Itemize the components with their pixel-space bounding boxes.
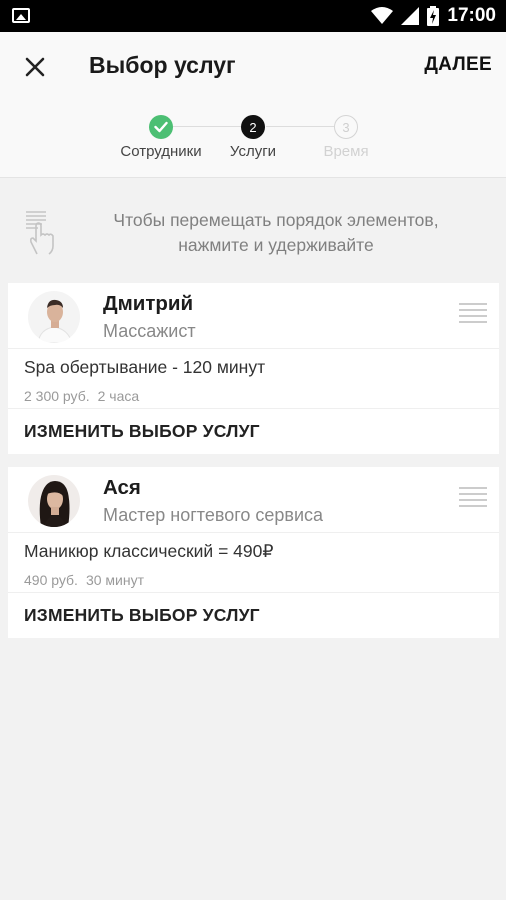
check-icon: [154, 121, 168, 133]
step-connector: [173, 126, 241, 127]
hint-text: Чтобы перемещать порядок элементов, нажм…: [113, 210, 439, 255]
reorder-hint: Чтобы перемещать порядок элементов, нажм…: [0, 200, 506, 265]
next-button[interactable]: ДАЛЕЕ: [424, 54, 492, 76]
wifi-icon: [371, 7, 394, 24]
close-button[interactable]: [18, 50, 52, 84]
drag-handle-icon[interactable]: [459, 487, 487, 511]
service-meta: 2 300 руб. 2 часа: [24, 388, 139, 404]
employee-card[interactable]: Дмитрий Массажист Spa обертывание - 120 …: [8, 283, 499, 454]
step-number: 2: [241, 115, 265, 139]
service-meta: 490 руб. 30 минут: [24, 572, 144, 588]
drag-handle-icon[interactable]: [459, 303, 487, 327]
service-duration: 30 минут: [85, 572, 145, 588]
employee-role: Мастер ногтевого сервиса: [103, 505, 324, 525]
employee-role: Массажист: [103, 321, 196, 341]
service-item: Spa обертывание - 120 минут 2 300 руб. 2 …: [8, 349, 499, 409]
avatar: [28, 475, 80, 527]
employee-card[interactable]: Ася Мастер ногтевого сервиса Маникюр кла…: [8, 467, 499, 638]
service-item: Маникюр классический = 490₽ 490 руб. 30 м…: [8, 533, 499, 593]
page-title: Выбор услуг: [89, 52, 236, 78]
step-number: 3: [334, 115, 358, 139]
signal-icon: [401, 7, 420, 25]
step-connector: [266, 126, 334, 127]
avatar: [28, 291, 80, 343]
close-icon: [25, 57, 45, 77]
change-services-button[interactable]: ИЗМЕНИТЬ ВЫБОР УСЛУГ: [8, 409, 499, 454]
battery-charging-icon: [427, 6, 440, 26]
service-name: Spa обертывание - 120 минут: [24, 357, 266, 377]
image-icon: [12, 8, 30, 23]
service-duration: 2 часа: [97, 388, 140, 404]
employee-name: Ася: [103, 476, 141, 499]
step-done-icon: [149, 115, 173, 139]
service-price: 2 300 руб.: [24, 388, 90, 404]
app-bar: Выбор услуг ДАЛЕЕ: [0, 32, 506, 100]
status-bar: 17:00: [0, 0, 506, 32]
service-price: 490 руб.: [24, 572, 78, 588]
change-services-button[interactable]: ИЗМЕНИТЬ ВЫБОР УСЛУГ: [8, 593, 499, 638]
employee-name: Дмитрий: [103, 292, 194, 315]
touch-hold-icon: [26, 211, 54, 255]
service-name: Маникюр классический = 490₽: [24, 541, 274, 561]
stepper: 2 3 Сотрудники Услуги Время: [0, 100, 506, 178]
step-label: Время: [323, 143, 369, 160]
status-time: 17:00: [447, 5, 496, 26]
